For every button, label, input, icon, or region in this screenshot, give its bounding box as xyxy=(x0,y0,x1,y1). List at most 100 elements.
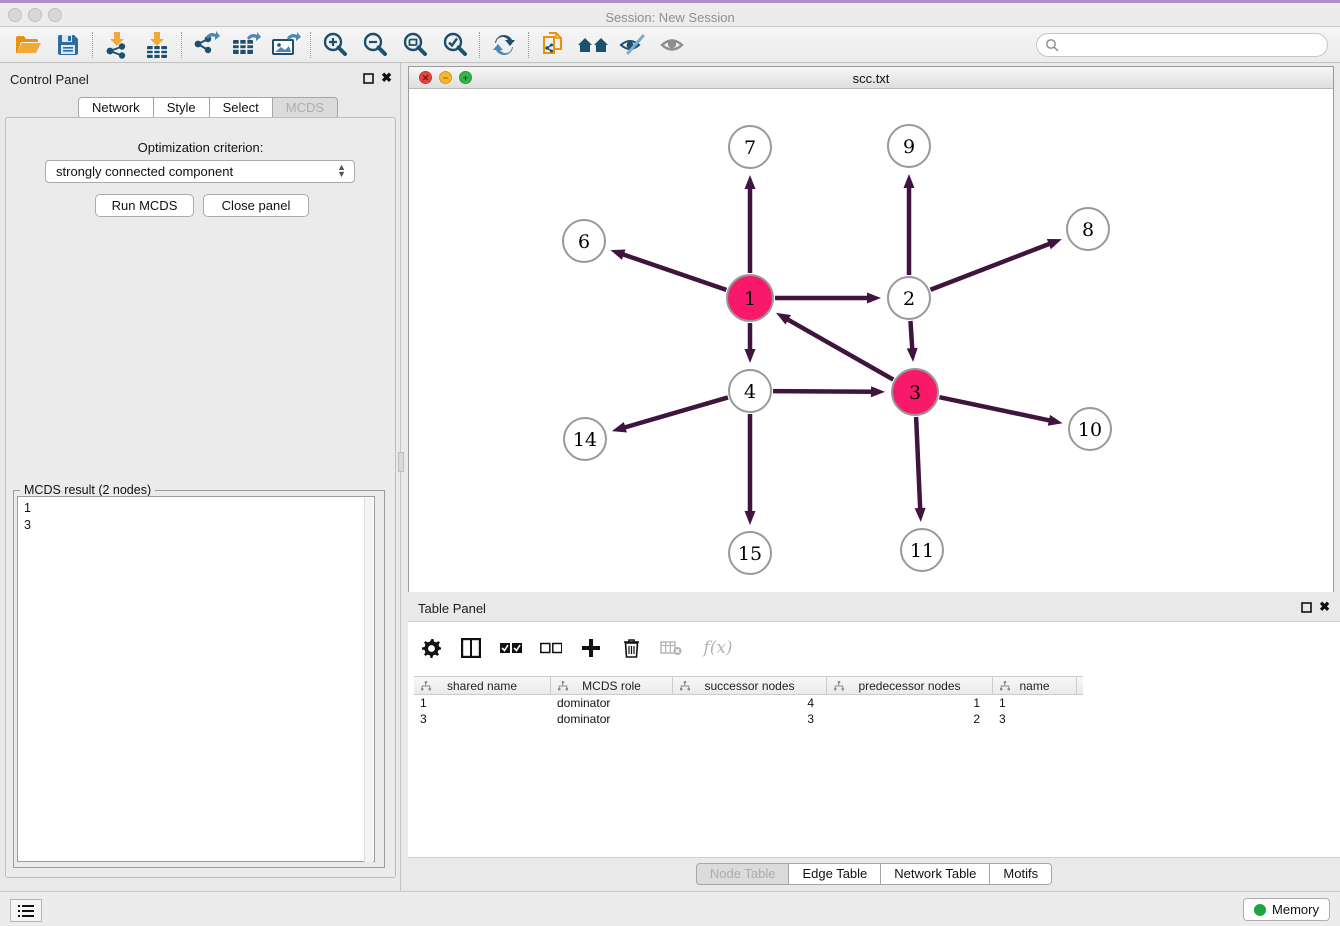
function-builder-icon[interactable]: f(x) xyxy=(698,635,738,661)
table-cell[interactable]: 3 xyxy=(993,711,1077,727)
run-mcds-button[interactable]: Run MCDS xyxy=(95,194,194,217)
graph-edge-3-10[interactable] xyxy=(939,397,1051,421)
close-table-panel-icon[interactable]: ✖ xyxy=(1319,599,1330,615)
tab-network-table[interactable]: Network Table xyxy=(881,863,990,885)
edge-arrowhead-icon xyxy=(867,293,881,304)
tab-mcds[interactable]: MCDS xyxy=(273,97,338,119)
table-cell[interactable]: 1 xyxy=(827,695,993,711)
edge-arrowhead-icon xyxy=(871,386,885,397)
tab-node-table[interactable]: Node Table xyxy=(696,863,790,885)
tab-style[interactable]: Style xyxy=(154,97,210,119)
memory-status-icon xyxy=(1254,904,1266,916)
table-cell[interactable]: 2 xyxy=(827,711,993,727)
mcds-result-text[interactable]: 13 xyxy=(17,496,375,862)
graph-node-label-3: 3 xyxy=(909,382,921,404)
refresh-layout-icon[interactable] xyxy=(484,30,524,60)
zoom-selected-icon[interactable] xyxy=(435,30,475,60)
table-row[interactable]: 1dominator411 xyxy=(414,695,1083,711)
list-icon xyxy=(18,904,34,918)
clone-network-icon[interactable] xyxy=(533,30,573,60)
graph-node-label-4: 4 xyxy=(744,381,756,403)
column-header-name[interactable]: name xyxy=(993,677,1077,694)
float-panel-icon[interactable] xyxy=(363,71,374,89)
graph-edge-1-6[interactable] xyxy=(621,254,726,290)
criterion-select[interactable]: strongly connected component ▲▼ xyxy=(45,160,355,183)
graph-edge-3-11[interactable] xyxy=(916,417,920,511)
column-sort-icon[interactable] xyxy=(1000,681,1010,691)
edge-arrowhead-icon xyxy=(610,249,625,259)
tab-select[interactable]: Select xyxy=(210,97,273,119)
control-panel-title: Control Panel xyxy=(10,72,89,87)
column-header-MCDS-role[interactable]: MCDS role xyxy=(551,677,673,694)
edge-arrowhead-icon xyxy=(745,511,756,525)
zoom-fit-icon[interactable] xyxy=(395,30,435,60)
save-session-icon[interactable] xyxy=(48,30,88,60)
deselect-all-checkbox-icon[interactable] xyxy=(538,635,564,661)
mcds-result-group: MCDS result (2 nodes) 13 xyxy=(13,490,385,868)
column-sort-icon[interactable] xyxy=(558,681,568,691)
table-cell[interactable]: 3 xyxy=(673,711,827,727)
export-network-icon[interactable] xyxy=(186,30,226,60)
column-sort-icon[interactable] xyxy=(421,681,431,691)
tab-edge-table[interactable]: Edge Table xyxy=(789,863,881,885)
column-sort-icon[interactable] xyxy=(680,681,690,691)
delete-table-icon[interactable] xyxy=(658,635,684,661)
tab-motifs[interactable]: Motifs xyxy=(990,863,1052,885)
show-all-icon[interactable] xyxy=(653,30,693,60)
memory-button[interactable]: Memory xyxy=(1243,898,1330,921)
edge-arrowhead-icon xyxy=(1047,239,1062,249)
column-header-successor-nodes[interactable]: successor nodes xyxy=(673,677,827,694)
close-panel-button[interactable]: Close panel xyxy=(203,194,309,217)
result-scrollbar[interactable] xyxy=(364,498,373,862)
graph-edge-2-8[interactable] xyxy=(930,243,1051,290)
toolbar-separator xyxy=(181,32,182,58)
search-box[interactable] xyxy=(1036,33,1328,57)
column-sort-icon[interactable] xyxy=(834,681,844,691)
mcds-result-line: 3 xyxy=(24,517,374,534)
select-all-checkbox-icon[interactable] xyxy=(498,635,524,661)
graph-edge-2-3[interactable] xyxy=(910,321,912,351)
table-header-row: shared nameMCDS rolesuccessor nodesprede… xyxy=(414,676,1083,695)
column-header-shared-name[interactable]: shared name xyxy=(414,677,551,694)
mcds-panel: Optimization criterion: strongly connect… xyxy=(5,117,396,878)
network-canvas-svg[interactable]: 7968124314101511 xyxy=(409,89,1333,592)
import-table-icon[interactable] xyxy=(137,30,177,60)
control-panel-tabs: NetworkStyleSelectMCDS xyxy=(78,97,338,119)
tab-network[interactable]: Network xyxy=(78,97,154,119)
table-cell[interactable]: 1 xyxy=(993,695,1077,711)
export-table-icon[interactable] xyxy=(226,30,266,60)
table-panel-tabs: Node TableEdge TableNetwork TableMotifs xyxy=(408,863,1340,885)
hide-selected-icon[interactable] xyxy=(613,30,653,60)
first-neighbors-icon[interactable] xyxy=(573,30,613,60)
table-cell[interactable]: dominator xyxy=(551,695,673,711)
edge-arrowhead-icon xyxy=(915,508,926,522)
table-cell[interactable]: 4 xyxy=(673,695,827,711)
zoom-out-icon[interactable] xyxy=(355,30,395,60)
zoom-in-icon[interactable] xyxy=(315,30,355,60)
table-row[interactable]: 3dominator323 xyxy=(414,711,1083,727)
edge-arrowhead-icon xyxy=(745,175,756,189)
column-header-predecessor-nodes[interactable]: predecessor nodes xyxy=(827,677,993,694)
mcds-result-lines: 13 xyxy=(24,500,374,534)
add-column-icon[interactable] xyxy=(578,635,604,661)
import-network-icon[interactable] xyxy=(97,30,137,60)
gear-icon[interactable] xyxy=(418,635,444,661)
graph-edge-3-1[interactable] xyxy=(786,318,894,379)
vertical-splitter-grip[interactable] xyxy=(398,452,404,472)
open-session-icon[interactable] xyxy=(8,30,48,60)
export-image-icon[interactable] xyxy=(266,30,306,60)
split-column-icon[interactable] xyxy=(458,635,484,661)
search-input[interactable] xyxy=(1059,38,1327,53)
toolbar-separator xyxy=(528,32,529,58)
search-icon xyxy=(1045,38,1059,52)
float-table-panel-icon[interactable] xyxy=(1301,600,1312,618)
table-cell[interactable]: 1 xyxy=(414,695,551,711)
table-cell[interactable]: 3 xyxy=(414,711,551,727)
graph-edge-4-14[interactable] xyxy=(622,397,727,428)
graph-edge-4-3[interactable] xyxy=(773,391,874,392)
task-history-button[interactable] xyxy=(10,899,42,922)
table-cell[interactable]: dominator xyxy=(551,711,673,727)
network-window-titlebar[interactable]: ✕ − + scc.txt xyxy=(409,67,1333,89)
close-panel-icon[interactable]: ✖ xyxy=(381,70,392,86)
delete-column-icon[interactable] xyxy=(618,635,644,661)
